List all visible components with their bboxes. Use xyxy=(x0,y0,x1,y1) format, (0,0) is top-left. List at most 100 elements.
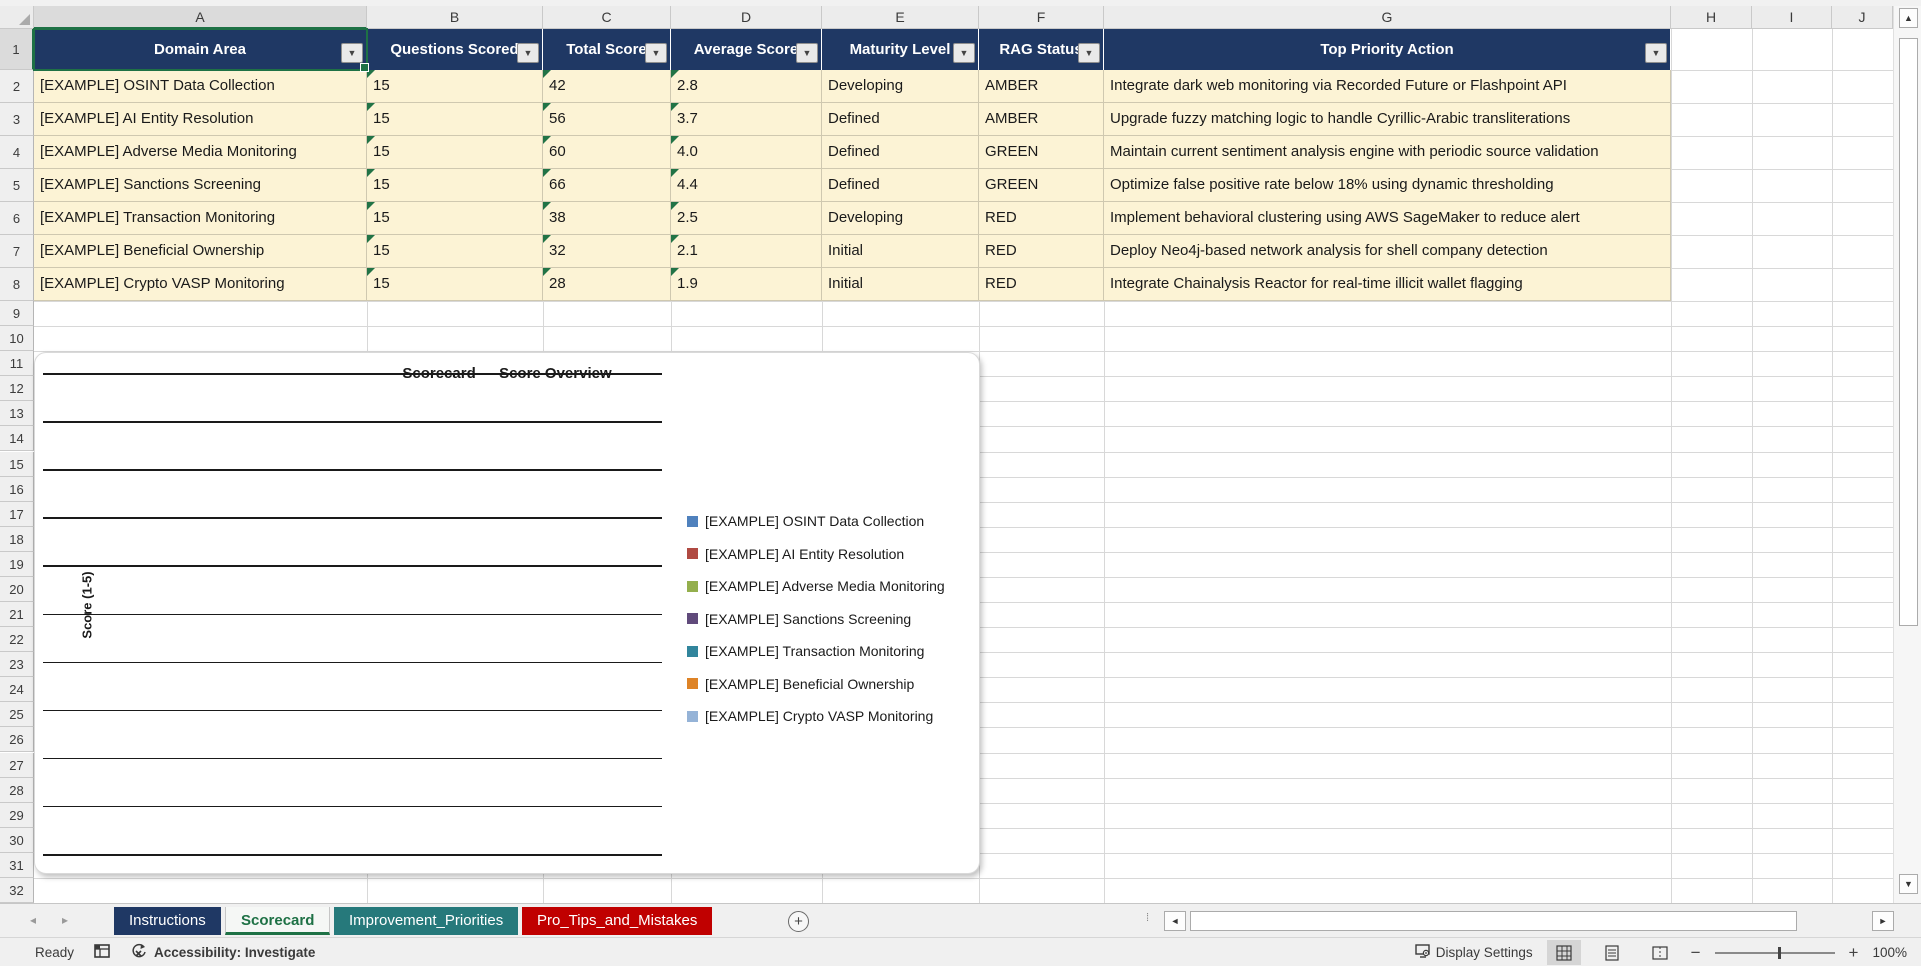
cell-A4[interactable]: [EXAMPLE] Adverse Media Monitoring xyxy=(34,136,367,169)
page-break-preview-button[interactable] xyxy=(1643,940,1677,965)
page-layout-view-button[interactable] xyxy=(1595,940,1629,965)
cell-C2[interactable]: 42 xyxy=(543,70,671,103)
row-header-18[interactable]: 18 xyxy=(0,526,34,552)
row-header-15[interactable]: 15 xyxy=(0,451,34,477)
cell-D5[interactable]: 4.4 xyxy=(671,169,822,202)
sheet-tab-instructions[interactable]: Instructions xyxy=(114,907,221,935)
row-header-26[interactable]: 26 xyxy=(0,727,34,753)
chart-scorecard-overview[interactable]: Scorecard — Score Overview Score (1-5) [… xyxy=(34,352,980,874)
zoom-out-button[interactable]: − xyxy=(1691,943,1701,963)
cell-F5[interactable]: GREEN xyxy=(979,169,1104,202)
vertical-scrollbar[interactable]: ▲ ▼ xyxy=(1893,6,1921,903)
select-all-button[interactable] xyxy=(0,6,34,29)
cell-C5[interactable]: 66 xyxy=(543,169,671,202)
cell-F3[interactable]: AMBER xyxy=(979,103,1104,136)
row-header-20[interactable]: 20 xyxy=(0,576,34,602)
cell-E6[interactable]: Developing xyxy=(822,202,979,235)
cell-B3[interactable]: 15 xyxy=(367,103,543,136)
filter-dropdown-button[interactable]: ▼ xyxy=(953,43,975,63)
cell-A3[interactable]: [EXAMPLE] AI Entity Resolution xyxy=(34,103,367,136)
sheet-tab-scorecard[interactable]: Scorecard xyxy=(225,907,331,935)
scroll-down-button[interactable]: ▼ xyxy=(1899,874,1918,894)
row-header-21[interactable]: 21 xyxy=(0,602,34,628)
column-header-d[interactable]: D xyxy=(671,6,822,29)
sheet-tab-pro_tips_and_mistakes[interactable]: Pro_Tips_and_Mistakes xyxy=(522,907,713,935)
cell-E7[interactable]: Initial xyxy=(822,235,979,268)
scroll-up-button[interactable]: ▲ xyxy=(1899,8,1918,28)
row-header-32[interactable]: 32 xyxy=(0,877,34,903)
table-header-3[interactable]: Total Score ▼ xyxy=(543,29,671,70)
column-header-i[interactable]: I xyxy=(1752,6,1832,29)
column-header-h[interactable]: H xyxy=(1671,6,1752,29)
zoom-slider-thumb[interactable] xyxy=(1778,946,1782,959)
row-header-1[interactable]: 1 xyxy=(0,29,34,70)
vertical-scroll-thumb[interactable] xyxy=(1899,38,1918,626)
accessibility-status[interactable]: Accessibility: Investigate xyxy=(130,943,315,962)
cell-B2[interactable]: 15 xyxy=(367,70,543,103)
cell-G7[interactable]: Deploy Neo4j-based network analysis for … xyxy=(1104,235,1671,268)
filter-dropdown-button[interactable]: ▼ xyxy=(1645,43,1667,63)
filter-dropdown-button[interactable]: ▼ xyxy=(645,43,667,63)
scrollbar-splitter-handle[interactable]: ⁞ xyxy=(1146,912,1150,924)
cell-E3[interactable]: Defined xyxy=(822,103,979,136)
row-header-8[interactable]: 8 xyxy=(0,268,34,301)
row-header-3[interactable]: 3 xyxy=(0,103,34,136)
scroll-right-button[interactable]: ► xyxy=(1872,911,1894,931)
cell-C8[interactable]: 28 xyxy=(543,268,671,301)
cell-F2[interactable]: AMBER xyxy=(979,70,1104,103)
row-header-23[interactable]: 23 xyxy=(0,652,34,678)
column-header-a[interactable]: A xyxy=(34,6,367,29)
row-header-28[interactable]: 28 xyxy=(0,777,34,803)
cell-B8[interactable]: 15 xyxy=(367,268,543,301)
row-header-6[interactable]: 6 xyxy=(0,202,34,235)
table-header-7[interactable]: Top Priority Action ▼ xyxy=(1104,29,1671,70)
tab-nav-right-icon[interactable]: ▸ xyxy=(62,913,68,927)
column-header-f[interactable]: F xyxy=(979,6,1104,29)
horizontal-scroll-thumb[interactable] xyxy=(1190,911,1797,931)
cell-E5[interactable]: Defined xyxy=(822,169,979,202)
row-header-11[interactable]: 11 xyxy=(0,351,34,377)
macro-record-icon[interactable] xyxy=(94,943,110,962)
row-header-19[interactable]: 19 xyxy=(0,551,34,577)
row-header-9[interactable]: 9 xyxy=(0,301,34,327)
zoom-slider[interactable] xyxy=(1714,946,1835,959)
cell-E4[interactable]: Defined xyxy=(822,136,979,169)
row-header-29[interactable]: 29 xyxy=(0,802,34,828)
cell-G4[interactable]: Maintain current sentiment analysis engi… xyxy=(1104,136,1671,169)
row-header-25[interactable]: 25 xyxy=(0,702,34,728)
table-header-2[interactable]: Questions Scored ▼ xyxy=(367,29,543,70)
cell-D4[interactable]: 4.0 xyxy=(671,136,822,169)
cell-B4[interactable]: 15 xyxy=(367,136,543,169)
cell-E2[interactable]: Developing xyxy=(822,70,979,103)
filter-dropdown-button[interactable]: ▼ xyxy=(1078,43,1100,63)
cell-A7[interactable]: [EXAMPLE] Beneficial Ownership xyxy=(34,235,367,268)
cell-C3[interactable]: 56 xyxy=(543,103,671,136)
cell-C6[interactable]: 38 xyxy=(543,202,671,235)
row-header-22[interactable]: 22 xyxy=(0,627,34,653)
column-header-j[interactable]: J xyxy=(1832,6,1893,29)
column-header-e[interactable]: E xyxy=(822,6,979,29)
cell-A8[interactable]: [EXAMPLE] Crypto VASP Monitoring xyxy=(34,268,367,301)
cell-F4[interactable]: GREEN xyxy=(979,136,1104,169)
row-header-17[interactable]: 17 xyxy=(0,501,34,527)
cell-A2[interactable]: [EXAMPLE] OSINT Data Collection xyxy=(34,70,367,103)
cell-D3[interactable]: 3.7 xyxy=(671,103,822,136)
row-header-24[interactable]: 24 xyxy=(0,677,34,703)
cell-G8[interactable]: Integrate Chainalysis Reactor for real-t… xyxy=(1104,268,1671,301)
column-header-b[interactable]: B xyxy=(367,6,543,29)
cell-C7[interactable]: 32 xyxy=(543,235,671,268)
cell-D7[interactable]: 2.1 xyxy=(671,235,822,268)
cell-F8[interactable]: RED xyxy=(979,268,1104,301)
cell-F7[interactable]: RED xyxy=(979,235,1104,268)
cell-E8[interactable]: Initial xyxy=(822,268,979,301)
row-header-30[interactable]: 30 xyxy=(0,827,34,853)
row-header-12[interactable]: 12 xyxy=(0,376,34,402)
tab-nav-left-icon[interactable]: ◂ xyxy=(30,913,36,927)
filter-dropdown-button[interactable]: ▼ xyxy=(517,43,539,63)
cell-G3[interactable]: Upgrade fuzzy matching logic to handle C… xyxy=(1104,103,1671,136)
cell-D2[interactable]: 2.8 xyxy=(671,70,822,103)
row-header-5[interactable]: 5 xyxy=(0,169,34,202)
scroll-left-button[interactable]: ◄ xyxy=(1164,911,1186,931)
row-header-2[interactable]: 2 xyxy=(0,70,34,103)
new-sheet-button[interactable]: + xyxy=(788,911,809,932)
